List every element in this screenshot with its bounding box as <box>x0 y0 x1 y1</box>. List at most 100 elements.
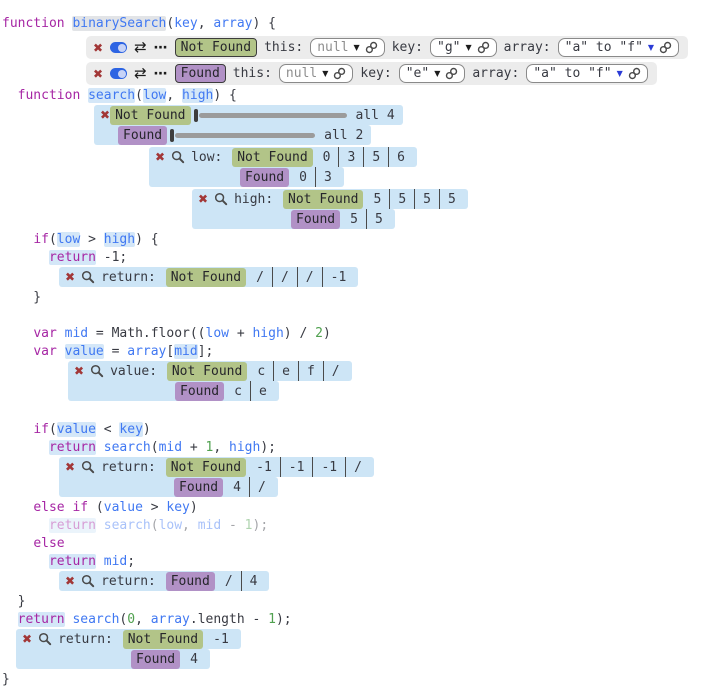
case-badge: Found <box>166 572 215 591</box>
probe-values: 0356 <box>315 147 417 167</box>
delete-probe-icon[interactable]: ✖ <box>74 365 84 377</box>
code-token: - <box>221 518 244 533</box>
probe-return: ✖return: Not Found///-1 <box>59 267 358 287</box>
code-token: return <box>18 612 65 627</box>
code-token: return <box>49 440 96 455</box>
keyword-token: var <box>33 344 56 359</box>
magnifier-icon[interactable] <box>38 632 52 646</box>
delete-probe-icon[interactable]: ✖ <box>93 68 103 80</box>
code-token: + <box>182 440 205 455</box>
probe-value: / <box>323 361 348 381</box>
delete-probe-icon[interactable]: ✖ <box>198 193 208 205</box>
config-field-label: key: <box>360 66 391 81</box>
config-line: ✖⇄⋯Not Foundthis:null▼key:"g"▼array:"a" … <box>86 36 725 59</box>
dropdown-value: "e" <box>406 66 429 81</box>
delete-probe-icon[interactable]: ✖ <box>93 42 103 54</box>
dropdown-arrow-icon[interactable]: ▼ <box>354 44 360 52</box>
code-token: ( <box>151 440 159 455</box>
link-icon[interactable] <box>628 67 641 80</box>
delete-probe-icon[interactable]: ✖ <box>65 461 75 473</box>
code-line: else if (value > key) <box>2 499 198 517</box>
swap-icon[interactable]: ⇄ <box>134 40 147 55</box>
array-dropdown[interactable]: "a" to "f"▼ <box>558 38 679 57</box>
code-token: ) / <box>284 326 315 341</box>
link-icon[interactable] <box>445 67 458 80</box>
probe-value: f <box>298 361 323 381</box>
code-token: return <box>49 250 96 265</box>
magnifier-icon[interactable] <box>81 574 95 588</box>
magnifier-icon[interactable] <box>214 192 228 206</box>
swap-icon[interactable]: ⇄ <box>134 66 147 81</box>
code-token: ) { <box>213 88 236 103</box>
case-badge: Found <box>240 168 289 187</box>
code-token <box>57 326 65 341</box>
magnifier-icon[interactable] <box>171 150 185 164</box>
probe-label: low: <box>191 150 230 165</box>
magnifier-icon[interactable] <box>81 270 95 284</box>
this-dropdown[interactable]: null▼ <box>310 38 384 57</box>
code-token: ( <box>88 500 104 515</box>
config-field-label: array: <box>504 40 551 55</box>
dropdown-arrow-icon[interactable]: ▼ <box>466 44 472 52</box>
slider-thumb-icon[interactable] <box>194 109 198 122</box>
case-badge: Not Found <box>123 630 203 649</box>
coverage-slider[interactable] <box>170 125 315 145</box>
coverage-slider[interactable] <box>194 105 347 125</box>
link-icon[interactable] <box>365 41 378 54</box>
this-dropdown[interactable]: null▼ <box>279 64 353 83</box>
probe-head: ✖return: <box>59 267 164 287</box>
code-token: > <box>80 232 103 247</box>
code-token: ) <box>143 422 151 437</box>
delete-probe-icon[interactable]: ✖ <box>100 109 110 121</box>
dropdown-arrow-icon[interactable]: ▼ <box>617 70 623 78</box>
code-token: , <box>198 16 214 31</box>
slider-thumb-icon[interactable] <box>170 129 174 142</box>
probe-calls: ✖Not Foundall 4Foundall 2 <box>94 105 403 145</box>
link-icon[interactable] <box>477 41 490 54</box>
more-options-icon[interactable]: ⋯ <box>154 41 168 55</box>
code-token: 2 <box>315 326 323 341</box>
link-icon[interactable] <box>333 67 346 80</box>
probe-value: 5 <box>365 189 389 209</box>
code-token: , <box>213 440 229 455</box>
delete-probe-icon[interactable]: ✖ <box>65 575 75 587</box>
code-token: search <box>88 88 135 103</box>
code-token: ) <box>190 500 198 515</box>
key-dropdown[interactable]: "e" ▼ <box>399 64 466 83</box>
array-dropdown[interactable]: "a" to "f"▼ <box>526 64 647 83</box>
delete-probe-icon[interactable]: ✖ <box>65 271 75 283</box>
probe-head: ✖ low: <box>149 147 230 167</box>
code-line: } <box>2 671 10 689</box>
slider-track[interactable] <box>199 113 347 118</box>
more-options-icon[interactable]: ⋯ <box>154 67 168 81</box>
code-token: ( <box>151 518 159 533</box>
dropdown-arrow-icon[interactable]: ▼ <box>434 70 440 78</box>
code-token <box>2 422 33 437</box>
code-token: mid <box>159 440 182 455</box>
keyword-token: if <box>33 232 49 247</box>
probe-values: ce <box>226 381 279 401</box>
toggle-on-icon[interactable] <box>110 42 127 53</box>
probe-indent-spacer <box>59 477 174 478</box>
magnifier-icon[interactable] <box>81 460 95 474</box>
dropdown-arrow-icon[interactable]: ▼ <box>648 44 654 52</box>
toggle-on-icon[interactable] <box>110 68 127 79</box>
probe-value: -1 <box>205 629 237 649</box>
code-line: return search(0, array.length - 1); <box>2 611 292 629</box>
code-editor[interactable]: function binarySearch(key, array) { ✖ ⇄ ⋯ No… <box>2 15 725 689</box>
link-icon[interactable] <box>659 41 672 54</box>
code-token: key <box>166 500 189 515</box>
keyword-token: function <box>18 88 81 103</box>
key-dropdown[interactable]: "g"▼ <box>430 38 497 57</box>
delete-probe-icon[interactable]: ✖ <box>22 633 32 645</box>
delete-probe-icon[interactable]: ✖ <box>155 151 165 163</box>
slider-track[interactable] <box>175 133 315 138</box>
config-line: ✖⇄⋯Foundthis:null▼key:"e"▼array:"a" to "… <box>86 62 725 85</box>
code-token <box>2 554 49 569</box>
code-line: function binarySearch(key, array) { <box>2 15 276 33</box>
code-token: key <box>174 16 197 31</box>
dropdown-arrow-icon[interactable]: ▼ <box>322 70 328 78</box>
magnifier-icon[interactable] <box>90 364 104 378</box>
probe-value: c <box>226 381 250 401</box>
probe-value: / <box>248 267 272 287</box>
